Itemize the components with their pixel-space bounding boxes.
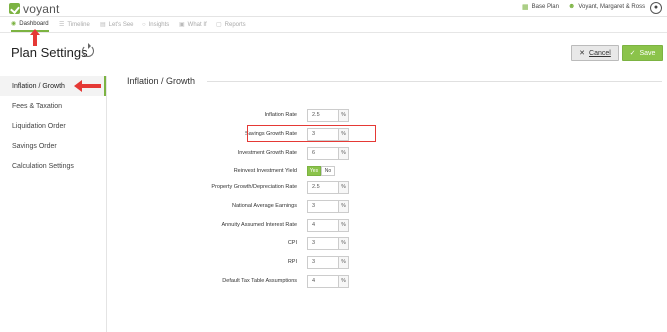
logo-text: voyant	[23, 1, 60, 16]
close-icon: ✕	[579, 50, 586, 57]
sidebar-item-savings-order[interactable]: Savings Order	[0, 136, 107, 156]
field-label: RPI	[287, 259, 297, 265]
field-label: Reinvest Investment Yield	[233, 168, 297, 174]
save-button[interactable]: ✓ Save	[622, 45, 663, 61]
input-value: 4	[312, 278, 316, 284]
percent-addon: %	[338, 181, 348, 193]
sidebar-item-liquidation-order[interactable]: Liquidation Order	[0, 116, 107, 136]
input-value: 3	[312, 240, 316, 246]
investment-growth-rate-input[interactable]: 6 %	[307, 146, 349, 160]
percent-addon: %	[338, 275, 348, 287]
sidebar-item-label: Inflation / Growth	[12, 82, 65, 90]
form-row-national-average-earnings: National Average Earnings 3 %	[150, 199, 349, 213]
input-value: 3	[312, 259, 316, 265]
input-value: 2.5	[312, 112, 320, 118]
tab-label: What If	[187, 21, 207, 28]
main-nav: ◉ Dashboard ☰ Timeline ▤ Let's See ○ Ins…	[0, 17, 667, 33]
annotation-highlight-box	[247, 125, 376, 142]
input-value: 6	[312, 150, 316, 156]
tab-insights[interactable]: ○ Insights	[142, 17, 169, 32]
form-row-property-growth-rate: Property Growth/Depreciation Rate 2.5 %	[150, 180, 349, 194]
save-label: Save	[639, 49, 656, 57]
clients-icon: ☻	[568, 3, 576, 10]
field-label: Inflation Rate	[264, 112, 297, 118]
cpi-input[interactable]: 3 %	[307, 236, 349, 250]
reinvest-yield-toggle: Yes No	[307, 166, 335, 176]
national-average-earnings-input[interactable]: 3 %	[307, 199, 349, 213]
tab-label: Reports	[224, 21, 246, 28]
tab-reports[interactable]: ▢ Reports	[216, 17, 246, 32]
tab-label: Let's See	[108, 21, 134, 28]
plan-label: Base Plan	[531, 4, 559, 10]
cancel-button[interactable]: ✕ Cancel	[571, 45, 619, 61]
annotation-arrow-left-icon	[74, 80, 101, 92]
refresh-icon[interactable]	[82, 43, 94, 57]
lightbulb-icon: ○	[142, 21, 146, 28]
toggle-no-button[interactable]: No	[321, 166, 335, 176]
percent-addon: %	[338, 147, 348, 159]
tab-label: Dashboard	[19, 20, 49, 27]
field-label: Annuity Assumed Interest Rate	[221, 222, 297, 228]
plan-selector[interactable]: ▦ Base Plan	[522, 3, 559, 11]
voyant-logo-mark-icon	[9, 3, 20, 14]
sidebar-item-calculation-settings[interactable]: Calculation Settings	[0, 156, 107, 176]
client-selector[interactable]: ☻ Voyant, Margaret & Ross	[568, 3, 645, 10]
tab-what-if[interactable]: ▣ What If	[179, 17, 207, 32]
bar-chart-icon: ▤	[100, 22, 106, 28]
form-row-default-tax-table: Default Tax Table Assumptions 4 %	[150, 274, 349, 288]
tab-lets-see[interactable]: ▤ Let's See	[100, 17, 134, 32]
section-divider	[207, 81, 662, 82]
field-label: Default Tax Table Assumptions	[222, 278, 297, 284]
form-row-annuity-assumed-interest-rate: Annuity Assumed Interest Rate 4 %	[150, 218, 349, 232]
input-value: 3	[312, 203, 316, 209]
annotation-arrow-up-icon	[30, 29, 40, 46]
percent-addon: %	[338, 219, 348, 231]
form-row-reinvest-investment-yield: Reinvest Investment Yield Yes No	[150, 164, 335, 178]
sidebar-item-label: Calculation Settings	[12, 162, 74, 170]
tab-timeline[interactable]: ☰ Timeline	[59, 17, 90, 32]
sidebar-item-fees-taxation[interactable]: Fees & Taxation	[0, 96, 107, 116]
form-row-cpi: CPI 3 %	[150, 236, 349, 250]
reports-icon: ▢	[216, 22, 222, 28]
tab-label: Timeline	[67, 21, 90, 28]
toggle-yes-button[interactable]: Yes	[307, 166, 321, 176]
percent-addon: %	[338, 109, 348, 121]
percent-addon: %	[338, 256, 348, 268]
input-value: 2.5	[312, 184, 320, 190]
form-row-rpi: RPI 3 %	[150, 255, 349, 269]
sidebar-item-label: Liquidation Order	[12, 122, 66, 130]
field-label: National Average Earnings	[231, 203, 297, 209]
section-title: Inflation / Growth	[127, 76, 196, 86]
field-label: Property Growth/Depreciation Rate	[211, 184, 297, 190]
user-circle-icon[interactable]: ●	[650, 2, 662, 14]
client-label: Voyant, Margaret & Ross	[578, 3, 646, 10]
property-growth-rate-input[interactable]: 2.5 %	[307, 180, 349, 194]
cancel-label: Cancel	[589, 49, 611, 57]
voyant-logo[interactable]: voyant	[9, 1, 60, 16]
what-if-icon: ▣	[179, 22, 185, 28]
field-label: Investment Growth Rate	[237, 150, 297, 156]
sidebar-divider	[106, 76, 107, 332]
top-bar: voyant ▦ Base Plan ☻ Voyant, Margaret & …	[0, 0, 667, 17]
percent-addon: %	[338, 200, 348, 212]
form-row-investment-growth-rate: Investment Growth Rate 6 %	[150, 146, 349, 160]
field-label: CPI	[287, 240, 297, 246]
input-value: 4	[312, 222, 316, 228]
timeline-icon: ☰	[59, 22, 65, 28]
sidebar-item-label: Fees & Taxation	[12, 102, 63, 110]
rpi-input[interactable]: 3 %	[307, 255, 349, 269]
annuity-assumed-interest-rate-input[interactable]: 4 %	[307, 218, 349, 232]
percent-addon: %	[338, 237, 348, 249]
form-row-inflation-rate: Inflation Rate 2.5 %	[150, 108, 349, 122]
page-title: Plan Settings	[11, 45, 88, 60]
dashboard-icon: ◉	[11, 21, 17, 27]
sidebar-item-label: Savings Order	[12, 142, 57, 150]
default-tax-table-input[interactable]: 4 %	[307, 274, 349, 288]
check-icon: ✓	[629, 50, 636, 57]
tab-label: Insights	[148, 21, 170, 28]
inflation-rate-input[interactable]: 2.5 %	[307, 108, 349, 122]
plan-icon: ▦	[522, 4, 529, 11]
